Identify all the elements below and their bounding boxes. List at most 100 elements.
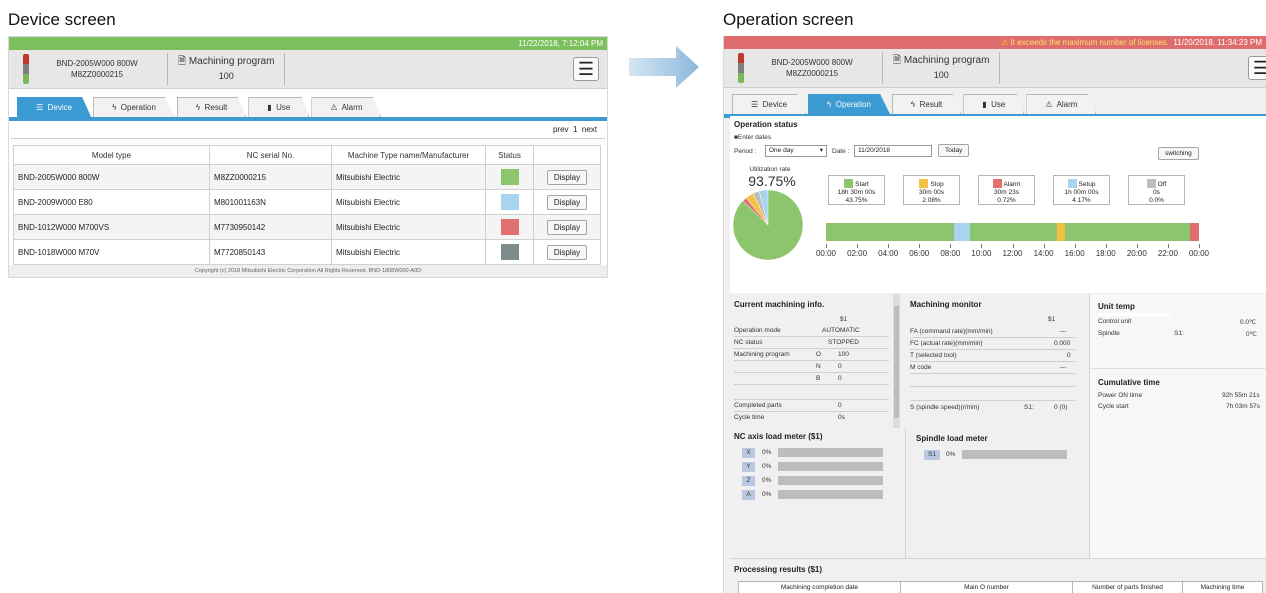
row-action-cell: Display <box>533 214 601 240</box>
cycle-start-label: Cycle start <box>1098 403 1129 410</box>
header-divider <box>999 52 1001 84</box>
divider <box>910 349 1075 350</box>
timeline-tick-label: 20:00 <box>1126 249 1147 258</box>
pager-page: 1 <box>572 125 578 134</box>
legend-setup[interactable]: Setup 1h 00m 00s 4.17% <box>1053 175 1110 205</box>
legend-off[interactable]: Off 0s 0.0% <box>1128 175 1185 205</box>
license-warning: It exceeds the maximum number of license… <box>1010 38 1169 47</box>
battery-icon: ▮ <box>982 100 987 109</box>
col-manufacturer: Machine Type name/Manufacturer <box>331 145 486 165</box>
list-icon: ☰ <box>751 100 759 109</box>
menu-button[interactable]: ☰ <box>573 57 599 81</box>
tab-alarm[interactable]: ⚠ Alarm <box>311 97 382 117</box>
pager-next[interactable]: next <box>582 125 597 134</box>
col-status: Status <box>485 145 534 165</box>
today-button[interactable]: Today <box>938 144 970 157</box>
tab-device[interactable]: ☰ Device <box>732 94 807 114</box>
device-name: BND-2005W000 800W <box>56 59 138 68</box>
operation-screen: ⚠ It exceeds the maximum number of licen… <box>723 36 1266 593</box>
processing-results-panel: Processing results ($1) Machining comple… <box>730 558 1266 593</box>
control-unit-label: Control unit <box>1098 318 1132 325</box>
operation-screen-caption: Operation screen <box>723 10 854 29</box>
tab-operation[interactable]: ϟ Operation <box>93 97 175 117</box>
tab-use[interactable]: ▮ Use <box>248 97 310 117</box>
row-serial: M8ZZ0000215 <box>209 164 332 190</box>
tab-result[interactable]: ϟ Result <box>891 94 962 114</box>
divider <box>734 360 889 361</box>
scrollbar[interactable] <box>893 294 900 428</box>
warning-icon: ⚠ <box>1045 100 1053 109</box>
program-label: Machining program <box>903 55 990 66</box>
b-value: 0 <box>838 375 842 382</box>
legend-swatch <box>1067 179 1077 188</box>
pager-prev[interactable]: prev <box>553 125 569 134</box>
tab-device[interactable]: ☰ Device <box>17 97 92 117</box>
legend-swatch <box>1146 179 1156 188</box>
spindle-speed-label: S (spindle speed)(r/min) <box>910 404 980 411</box>
row-maker: Mitsubishi Electric <box>331 164 486 190</box>
document-icon: 🗎 <box>893 55 902 66</box>
tab-use[interactable]: ▮ Use <box>963 94 1025 114</box>
lightning-icon: ϟ <box>112 103 117 112</box>
divider <box>910 337 1075 338</box>
display-button[interactable]: Display <box>546 169 588 185</box>
cumulative-time-title: Cumulative time <box>1098 378 1160 387</box>
o-label: O <box>816 351 822 358</box>
nc-status-label: NC status <box>734 339 763 346</box>
nc-load-panel: NC axis load meter ($1) X 0% Y 0% Z 0% A… <box>730 428 906 578</box>
timeline-tick-mark <box>1012 244 1014 248</box>
divider <box>910 400 1075 401</box>
axis-pct-a: 0% <box>762 491 772 498</box>
operation-status-panel: Operation status ■Enter dates Period : O… <box>730 116 1266 293</box>
timeline-tick-label: 10:00 <box>971 249 992 258</box>
axis-pct-x: 0% <box>762 449 772 456</box>
period-select[interactable]: One day ▾ <box>765 145 827 157</box>
spindle-speed-value: 0 (0) <box>1054 404 1068 411</box>
machining-program-info: 🗎 Machining program 100 <box>893 54 989 82</box>
scrollbar-thumb[interactable] <box>894 306 899 418</box>
tab-alarm[interactable]: ⚠ Alarm <box>1026 94 1097 114</box>
timeline-tick-mark <box>1043 244 1045 248</box>
tab-result[interactable]: ϟ Result <box>176 97 247 117</box>
axis-pct-z: 0% <box>762 477 772 484</box>
device-name: BND-2005W000 800W <box>771 58 853 67</box>
timeline-axis: 00:00 02:00 04:00 06:00 08:00 10:00 12:00 14:00… <box>816 244 1216 260</box>
hamburger-icon: ☰ <box>1253 58 1266 79</box>
operation-datetime: 11/20/2018, 11:34:23 PM <box>1173 38 1262 47</box>
operation-mode-label: Operation mode <box>734 327 781 334</box>
menu-button[interactable]: ☰ <box>1248 56 1266 80</box>
spindle-load-panel: Spindle load meter S1 0% <box>912 428 1088 578</box>
spindle-load-title: Spindle load meter <box>916 434 988 443</box>
legend-swatch <box>919 179 929 188</box>
t-value: 0 <box>1067 352 1071 359</box>
status-swatch <box>500 219 519 235</box>
row-action-cell: Display <box>533 239 601 265</box>
display-button[interactable]: Display <box>546 219 588 235</box>
results-table-header: Machining completion date Main O number … <box>738 581 1263 593</box>
device-status-bar: 11/22/2018, 7:12:04 PM <box>9 37 607 50</box>
status-swatch <box>500 194 519 210</box>
legend-alarm[interactable]: Alarm 30m 23s 0.72% <box>978 175 1035 205</box>
operation-status-bar: ⚠ It exceeds the maximum number of licen… <box>724 36 1266 49</box>
row-status <box>485 164 534 190</box>
legend-start[interactable]: Start 18h 30m 00s 43.75% <box>828 175 885 205</box>
status-swatch <box>500 244 519 260</box>
battery-icon: ▮ <box>267 103 272 112</box>
axis-label-s1: S1 <box>924 450 940 460</box>
display-button[interactable]: Display <box>546 244 588 260</box>
axis-label-y: Y <box>742 462 755 472</box>
timeline-tick-mark <box>888 244 890 248</box>
switching-button[interactable]: switching <box>1158 147 1199 160</box>
tab-operation[interactable]: ϟ Operation <box>808 94 890 114</box>
display-button[interactable]: Display <box>546 194 588 210</box>
machining-program-info: 🗎 Machining program 100 <box>178 55 274 83</box>
device-table: Model type NC serial No. Machine Type na… <box>13 145 601 265</box>
col-serial: NC serial No. <box>209 145 332 165</box>
header-divider <box>284 53 286 85</box>
fa-label: FA (command rate)(mm/min) <box>910 328 993 335</box>
col-model-type: Model type <box>13 145 210 165</box>
legend-stop[interactable]: Stop 30m 00s 2.08% <box>903 175 960 205</box>
date-input[interactable]: 11/20/2018 <box>854 145 932 157</box>
power-on-value: 92h 55m 21s <box>1222 392 1260 399</box>
device-info: BND-2005W000 800W M8ZZ0000215 <box>37 58 157 80</box>
